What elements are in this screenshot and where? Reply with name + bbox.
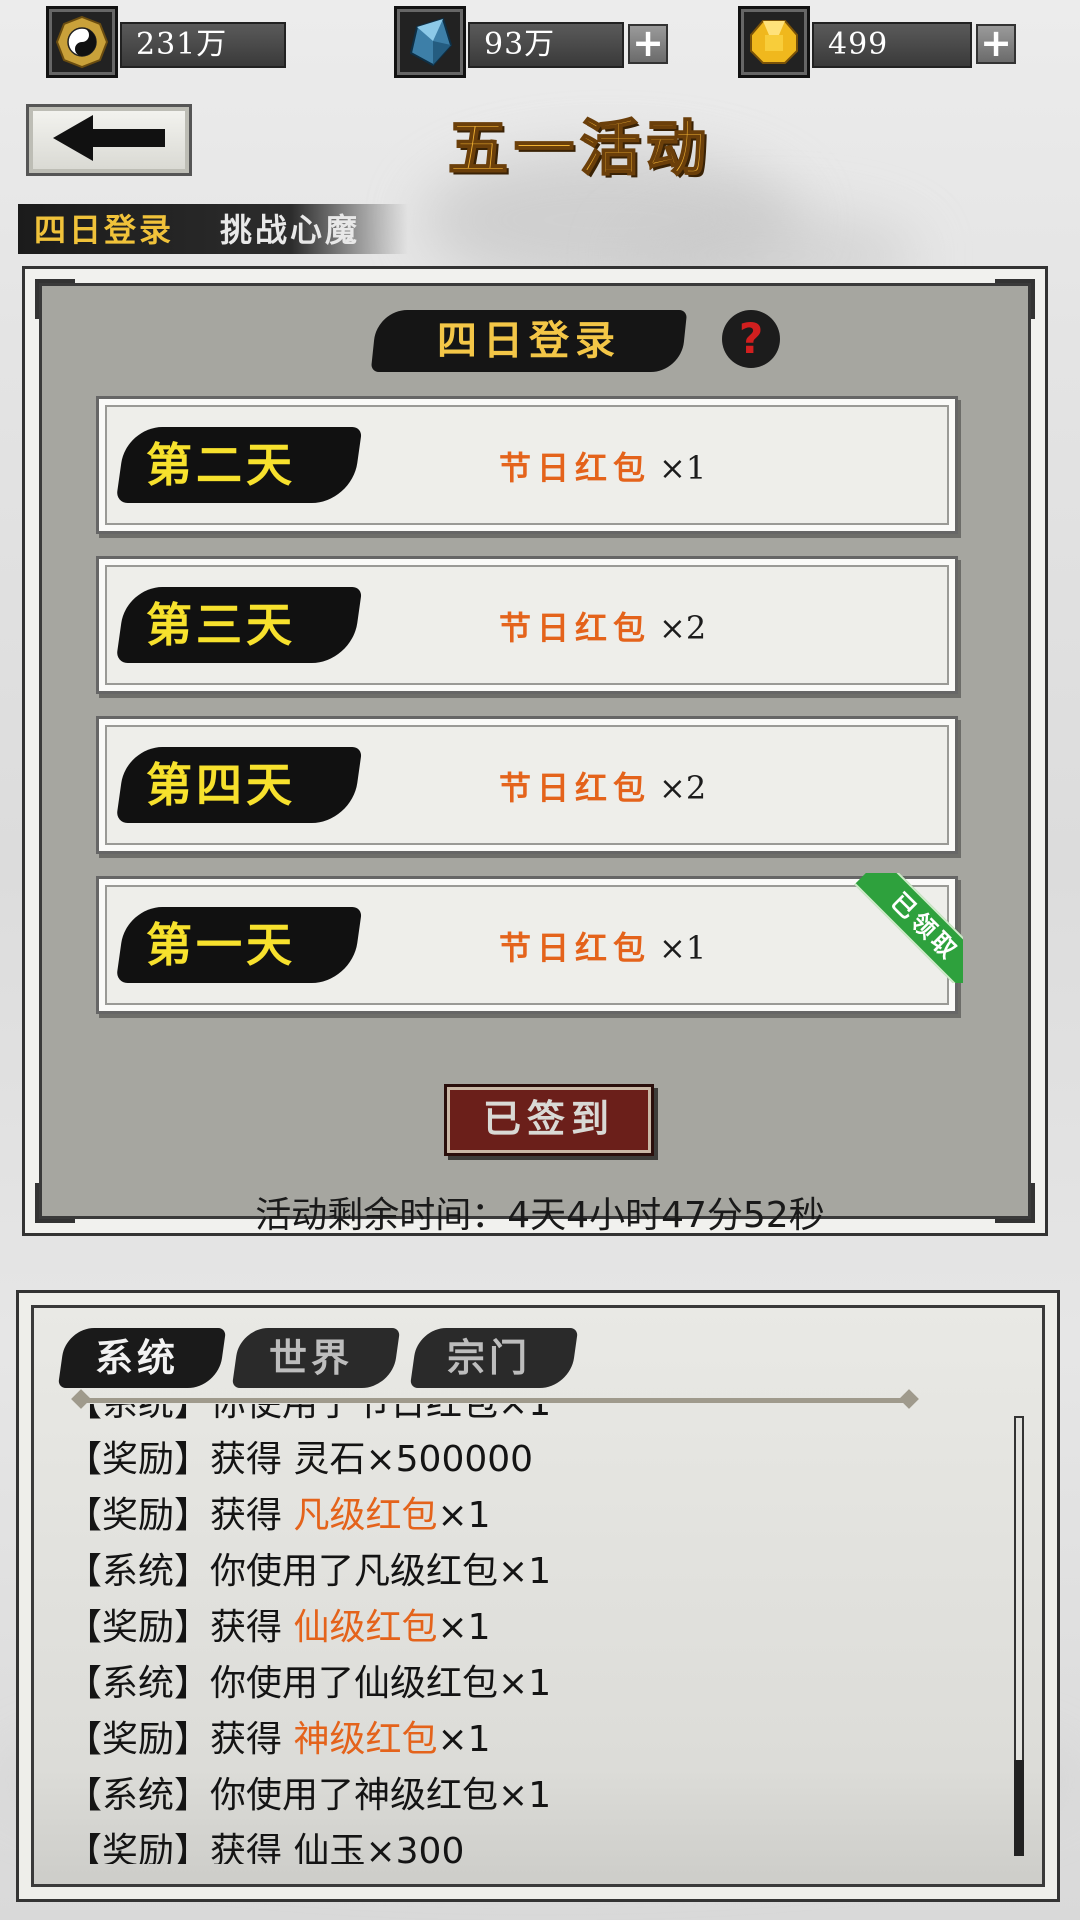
back-button[interactable] (26, 104, 192, 176)
list-item: 【系统】你使用了凡级红包×1 (66, 1551, 552, 1592)
back-arrow-icon (49, 113, 169, 167)
chat-tab-world[interactable]: 世界 (236, 1328, 386, 1388)
chat-log[interactable]: 【系统】你使用了节日红包×1 【奖励】获得 灵石×500000 【奖励】获得 凡… (66, 1404, 966, 1864)
reward-item: 节日红包 ×1 (499, 929, 707, 967)
panel-heading: 四日登录 (437, 317, 621, 364)
resource-gold: 499 + (738, 6, 1018, 78)
reward-row: 第二天 节日红包 ×1 (96, 396, 958, 534)
resource-value: 93万 (468, 22, 624, 68)
chat-divider (80, 1398, 910, 1403)
remaining-time: 活动剩余时间：4天4小时47分52秒 (255, 1195, 825, 1236)
list-item: 【奖励】获得 仙玉×300 (66, 1831, 465, 1864)
reward-row: 第四天 节日红包 ×2 (96, 716, 958, 854)
day-label: 第三天 (146, 598, 296, 652)
list-item: 【奖励】获得 凡级红包×1 (66, 1495, 491, 1536)
resource-crystal: 93万 + (394, 6, 674, 78)
claimed-ribbon: 已领取 (853, 873, 963, 983)
resource-value: 231万 (120, 22, 286, 68)
chat-tab-system[interactable]: 系统 (62, 1328, 212, 1388)
resource-spirit-stone: 231万 (46, 6, 286, 78)
list-item: 【奖励】获得 灵石×500000 (66, 1439, 534, 1480)
tab-four-day-login[interactable]: 四日登录 (34, 210, 174, 250)
day-label: 第二天 (146, 438, 296, 492)
tab-challenge-demon[interactable]: 挑战心魔 (220, 210, 360, 250)
reward-item: 节日红包 ×1 (499, 449, 707, 487)
list-item: 【奖励】获得 仙级红包×1 (66, 1607, 491, 1648)
help-icon[interactable]: ? (722, 310, 780, 368)
chat-scroll-thumb[interactable] (1014, 1760, 1024, 1856)
reward-item: 节日红包 ×2 (499, 609, 707, 647)
list-item: 【系统】你使用了节日红包×1 (66, 1404, 966, 1432)
list-item: 【奖励】获得 神级红包×1 (66, 1719, 491, 1760)
reward-row: 第一天 节日红包 ×1 已领取 (96, 873, 963, 1014)
add-crystal-button[interactable]: + (628, 24, 668, 64)
chat-tab-sect[interactable]: 宗门 (414, 1328, 564, 1388)
day-label: 第一天 (146, 918, 296, 972)
reward-item: 节日红包 ×2 (499, 769, 707, 807)
list-item: 【系统】你使用了仙级红包×1 (66, 1663, 552, 1704)
add-gold-button[interactable]: + (976, 24, 1016, 64)
yin-yang-icon (46, 6, 118, 78)
gold-gem-icon (738, 6, 810, 78)
blue-crystal-icon (394, 6, 466, 78)
resource-value: 499 (812, 22, 972, 68)
signed-in-button[interactable]: 已签到 (444, 1084, 654, 1156)
day-label: 第四天 (146, 758, 296, 812)
reward-row: 第三天 节日红包 ×2 (96, 556, 958, 694)
list-item: 【系统】你使用了神级红包×1 (66, 1775, 552, 1816)
page-title: 五一活动 (447, 113, 712, 185)
